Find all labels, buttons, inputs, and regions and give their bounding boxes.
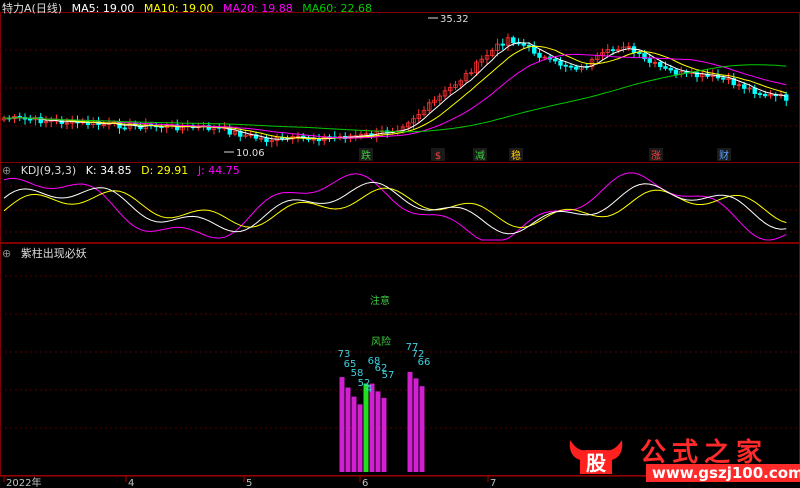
candle-body [647,58,652,63]
signal-bar [419,386,425,472]
event-tag-5: 财 [717,148,731,162]
candle-body [316,138,322,142]
event-tag-label: 跌 [361,149,371,162]
kdj-panel-header: ⊕ KDJ(9,3,3) K: 34.85 D: 29.91 J: 44.75 [2,164,246,177]
signal-bar [345,387,351,472]
candle-body [526,44,532,47]
price-panel-title: 特力A(日线) [2,2,63,15]
low-price-label: 10.06 [236,148,265,159]
signal-bar-value-label: 57 [382,370,395,381]
signal-bar [351,396,357,472]
signal-bar-value-label: 66 [418,357,431,368]
candle-body [637,52,642,54]
event-tag-3: 稳 [509,148,523,162]
candle-body [568,65,574,68]
kdj-j-line [3,172,787,241]
label-zhuyi: 注意 [370,294,390,307]
signal-bar [357,404,363,472]
signal-bar [369,383,375,472]
price-panel-header: 特力A(日线) MA5: 19.00 MA10: 19.00 MA20: 19.… [2,0,378,16]
candle-body [742,84,747,89]
stock-chart: 35.3210.06 跌 $ 减稳涨财736558524686257777266注意风… [0,12,800,488]
candle-body [668,67,673,71]
event-tag-label: 涨 [651,150,661,162]
candle-body [537,52,542,58]
candle-body [28,118,33,121]
candle-body [763,93,768,97]
label-fengxian: 风险 [371,335,391,348]
signal-panel-title: 紫柱出现必妖 [20,247,87,260]
kdj-d-line [3,187,787,228]
event-tag-label: 财 [719,149,729,162]
signal-bar [407,371,413,472]
ma60-value: MA60: 22.68 [302,2,372,15]
candles-group [1,33,789,148]
candle-body [122,127,127,130]
kdj-d-value: D: 29.91 [141,164,189,177]
candle-body [658,61,663,68]
brand-url: www.gszj100.com [646,464,800,482]
event-tag-4: 涨 [649,148,663,162]
kdj-j-value: J: 44.75 [197,164,240,177]
candle-body [521,43,526,46]
signal-bar [375,391,381,472]
kdj-panel-title: KDJ(9,3,3) [20,164,77,177]
x-axis-label: 4 [128,478,134,488]
candle-body [563,64,568,67]
candle-body [757,93,763,95]
event-tag-label: $ [435,151,441,162]
x-axis-label: 2022年 [6,476,41,488]
x-axis-label: 5 [246,478,252,488]
bull-logo-icon: 股 [569,440,623,475]
signal-collapse-icon[interactable]: ⊕ [2,247,11,260]
candle-body [500,43,505,46]
signal-bar [363,383,369,472]
x-axis-label: 7 [490,478,496,488]
ma5-value: MA5: 19.00 [71,2,135,15]
ma20-value: MA20: 19.88 [223,2,293,15]
signal-panel-header: ⊕ 紫柱出现必妖 [2,245,93,261]
event-tag-0: 跌 [359,148,373,162]
x-axis-label: 6 [362,478,368,488]
kdj-collapse-icon[interactable]: ⊕ [2,164,11,177]
candle-body [721,77,726,80]
kdj-k-value: K: 34.85 [85,164,132,177]
event-tag-2: 减 [473,148,487,162]
ma5-line [3,42,787,140]
high-price-label: 35.32 [440,14,469,25]
signal-bar [413,378,419,472]
candle-body [663,66,668,69]
signal-bar [381,397,387,472]
ma10-value: MA10: 19.00 [143,2,214,15]
watermark: 股 公式之家 www.gszj100.com [560,430,800,488]
logo-char: 股 [586,451,606,475]
event-tag-label: 减 [475,150,485,162]
event-tag-1: $ [431,148,445,162]
ma60-line [3,64,787,133]
signal-bar [339,377,345,472]
candle-body [264,137,269,142]
event-tag-label: 稳 [511,149,521,162]
candle-body [673,69,679,75]
candle-body [574,66,579,70]
candle-body [558,60,563,66]
candle-body [610,49,616,52]
signal-bar-value-label: 4 [366,384,372,395]
candle-body [511,37,516,44]
candle-body [553,58,558,62]
